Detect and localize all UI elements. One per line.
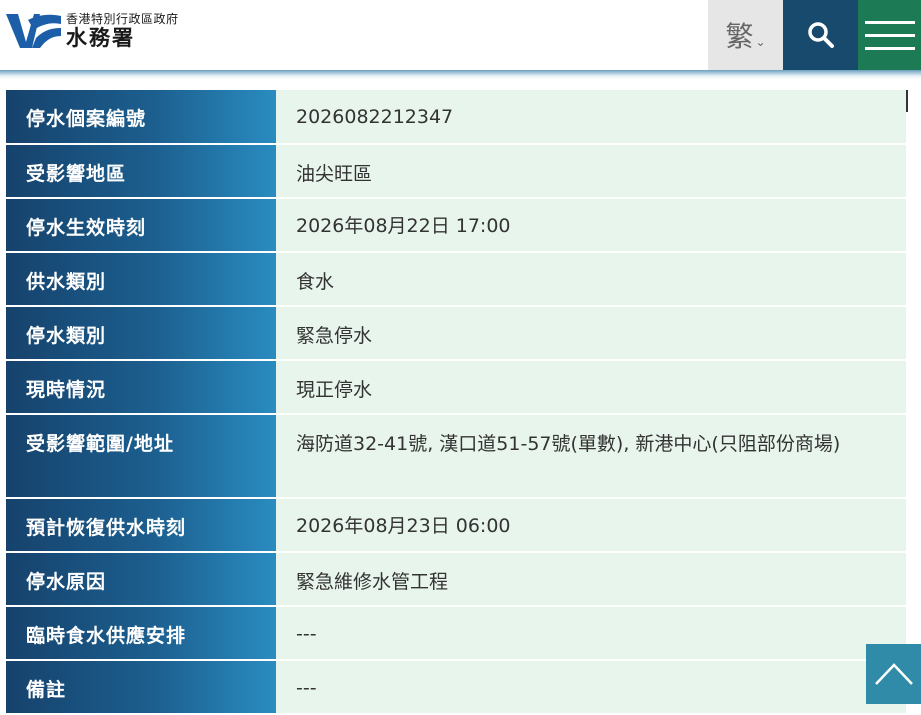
- row-value-supply-type: 食水: [276, 252, 906, 307]
- table-row: 備註 ---: [6, 660, 906, 715]
- back-to-top-button[interactable]: [866, 644, 921, 704]
- table-row: 供水類別 食水: [6, 252, 906, 307]
- table-row: 臨時食水供應安排 ---: [6, 606, 906, 661]
- wsd-logo[interactable]: [6, 12, 61, 50]
- search-button[interactable]: [783, 0, 858, 70]
- row-label-remarks: 備註: [6, 660, 276, 715]
- table-row: 停水原因 緊急維修水管工程: [6, 552, 906, 607]
- row-label-current-status: 現時情況: [6, 360, 276, 415]
- row-label-district: 受影響地區: [6, 144, 276, 199]
- row-value-district: 油尖旺區: [276, 144, 906, 199]
- row-label-case-no: 停水個案編號: [6, 90, 276, 145]
- logo-title: 水務署: [66, 26, 135, 50]
- suspension-detail-table: 停水個案編號 2026082212347 受影響地區 油尖旺區 停水生效時刻 2…: [6, 90, 906, 715]
- hamburger-menu-icon: [864, 46, 915, 50]
- row-label-restore-time: 預計恢復供水時刻: [6, 498, 276, 553]
- search-icon: [807, 22, 834, 48]
- logo-subtitle: 香港特別行政區政府: [66, 12, 179, 26]
- table-row: 受影響範圍/地址 海防道32-41號, 漢口道51-57號(單數), 新港中心(…: [6, 414, 906, 499]
- hamburger-menu-icon: [864, 33, 915, 37]
- scrollbar-thumb[interactable]: [906, 90, 908, 112]
- logo-text[interactable]: 香港特別行政區政府 水務署: [66, 12, 179, 50]
- row-label-affected-area: 受影響範圍/地址: [6, 414, 276, 499]
- row-label-effective-time: 停水生效時刻: [6, 198, 276, 253]
- row-value-case-no: 2026082212347: [276, 90, 906, 145]
- hamburger-menu-icon: [864, 20, 915, 24]
- language-label: 繁: [725, 20, 754, 53]
- row-label-reason: 停水原因: [6, 552, 276, 607]
- row-value-reason: 緊急維修水管工程: [276, 552, 906, 607]
- table-row: 停水類別 緊急停水: [6, 306, 906, 361]
- chevron-up-icon: [874, 663, 913, 685]
- table-row: 受影響地區 油尖旺區: [6, 144, 906, 199]
- table-row: 現時情況 現正停水: [6, 360, 906, 415]
- table-row: 預計恢復供水時刻 2026年08月23日 06:00: [6, 498, 906, 553]
- row-value-suspension-type: 緊急停水: [276, 306, 906, 361]
- row-value-affected-area: 海防道32-41號, 漢口道51-57號(單數), 新港中心(只阻部份商場): [276, 414, 906, 499]
- row-label-suspension-type: 停水類別: [6, 306, 276, 361]
- row-value-temp-arrangement: ---: [276, 606, 906, 661]
- row-value-current-status: 現正停水: [276, 360, 906, 415]
- table-row: 停水個案編號 2026082212347: [6, 90, 906, 145]
- row-value-effective-time: 2026年08月22日 17:00: [276, 198, 906, 253]
- row-value-restore-time: 2026年08月23日 06:00: [276, 498, 906, 553]
- header-shadow: [0, 70, 921, 79]
- table-row: 停水生效時刻 2026年08月22日 17:00: [6, 198, 906, 253]
- row-label-temp-arrangement: 臨時食水供應安排: [6, 606, 276, 661]
- language-button[interactable]: 繁 ⌄: [708, 0, 783, 70]
- menu-button[interactable]: [858, 0, 921, 70]
- row-value-remarks: ---: [276, 660, 906, 715]
- chevron-down-icon: ⌄: [755, 35, 766, 49]
- site-header: 香港特別行政區政府 水務署 繁 ⌄: [0, 0, 921, 70]
- row-label-supply-type: 供水類別: [6, 252, 276, 307]
